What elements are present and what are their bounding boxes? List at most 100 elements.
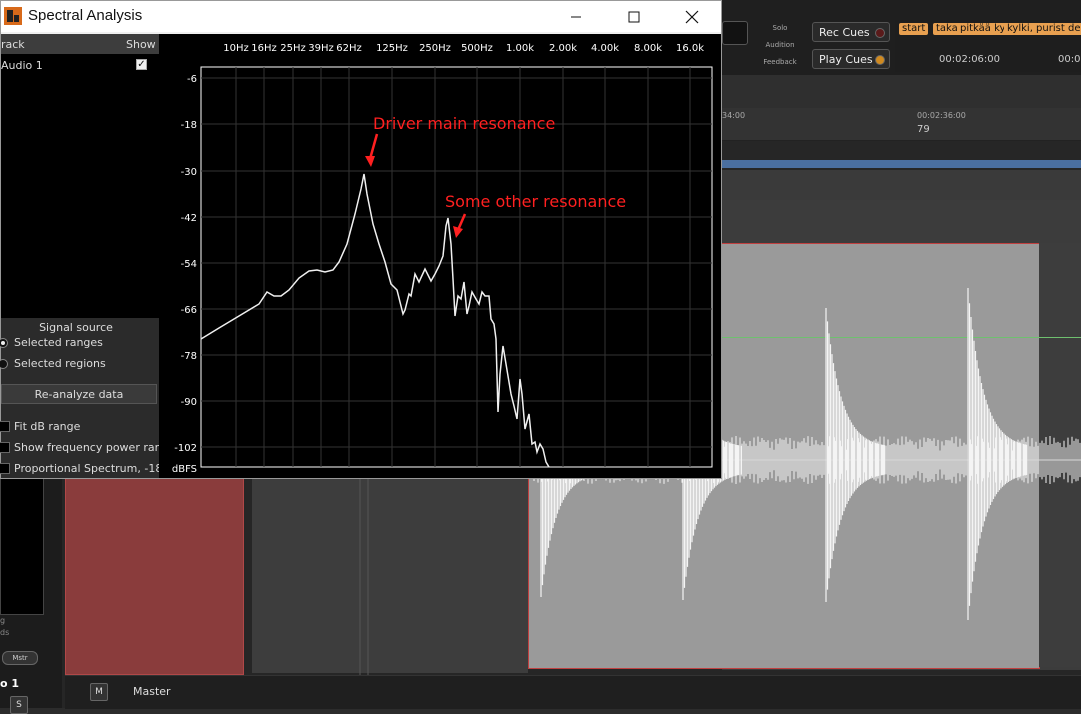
fit-db-range-label[interactable]: Fit dB range <box>14 420 80 433</box>
strip-label-2: ds <box>0 628 10 637</box>
spectrum-svg: 10Hz 16Hz 25Hz 39Hz 62Hz 125Hz 250Hz 500… <box>172 43 713 475</box>
show-frequency-power-range-label[interactable]: Show frequency power range <box>14 441 175 454</box>
db-axis-labels: -6 -18 -30 -42 -54 -66 -78 -90 -102 dBFS <box>172 74 197 475</box>
ardour-app-icon <box>4 7 22 25</box>
mini-time-1: 00:02:06:00 <box>939 54 1001 65</box>
freq-label: 500Hz <box>461 43 493 54</box>
track-show-checkbox[interactable]: ✓ <box>136 59 147 70</box>
db-label: -66 <box>181 305 197 316</box>
play-cues-label: Play Cues <box>819 53 873 66</box>
spectrum-graph[interactable]: 10Hz 16Hz 25Hz 39Hz 62Hz 125Hz 250Hz 500… <box>159 34 721 478</box>
strip-label: g <box>0 616 6 625</box>
fit-db-range-checkbox[interactable] <box>0 421 10 432</box>
freq-label: 39Hz <box>308 43 334 54</box>
track-row-name: Audio 1 <box>1 59 43 72</box>
solo-button[interactable]: S <box>10 696 28 714</box>
annotation-arrowhead-icon <box>365 156 375 167</box>
annotation-other-resonance: Some other resonance <box>445 192 626 238</box>
db-unit-label: dBFS <box>172 464 197 475</box>
rec-cues-led-icon <box>875 28 885 38</box>
track-list-header: rack Show <box>1 34 159 54</box>
meter-area <box>0 478 44 615</box>
toolbar-display <box>722 21 748 45</box>
editor-mixer-strip: g ds Mstr o 1 S <box>0 478 62 714</box>
master-send-button[interactable]: Mstr <box>2 651 38 665</box>
close-button[interactable] <box>669 1 715 32</box>
solo-label[interactable]: Solo <box>755 24 805 32</box>
selected-ranges-radio[interactable] <box>0 338 8 348</box>
annotation-driver-resonance: Driver main resonance <box>365 114 555 167</box>
master-mute-button[interactable]: M <box>90 683 108 701</box>
track-row[interactable]: Audio 1 ✓ <box>1 58 159 74</box>
freq-label: 8.00k <box>634 43 662 54</box>
track-name: o 1 <box>0 677 20 690</box>
proportional-spectrum-checkbox[interactable] <box>0 463 10 474</box>
mini-time-2: 00:02: <box>1058 54 1081 65</box>
db-label: -54 <box>181 259 197 270</box>
play-cues-led-icon <box>875 55 885 65</box>
annotation-text: Driver main resonance <box>373 114 555 133</box>
freq-label: 2.00k <box>549 43 577 54</box>
window-title: Spectral Analysis <box>28 7 143 24</box>
spectrum-curve <box>200 173 550 468</box>
audio-region-selected[interactable] <box>65 478 244 675</box>
db-label: -90 <box>181 397 197 408</box>
freq-label: 25Hz <box>280 43 306 54</box>
db-grid <box>201 77 712 448</box>
feedback-label[interactable]: Feedback <box>755 58 805 66</box>
range-bar[interactable] <box>722 160 1081 168</box>
selected-regions-label[interactable]: Selected regions <box>14 357 106 370</box>
show-frequency-power-range-checkbox[interactable] <box>0 442 10 453</box>
master-track-name: Master <box>133 685 171 698</box>
marker-lane <box>722 170 1081 200</box>
freq-label: 250Hz <box>419 43 451 54</box>
db-label: -6 <box>187 74 197 85</box>
db-label: -30 <box>181 167 197 178</box>
reanalyze-data-button[interactable]: Re-analyze data <box>1 384 157 404</box>
minimize-button[interactable] <box>553 1 599 32</box>
freq-label: 62Hz <box>336 43 362 54</box>
db-label: -78 <box>181 351 197 362</box>
play-cues-button[interactable]: Play Cues <box>812 49 890 69</box>
track-list-panel: rack Show Audio 1 ✓ Signal source Select… <box>0 34 177 478</box>
db-label: -102 <box>174 443 197 454</box>
marker-de[interactable]: de <box>1065 23 1081 35</box>
frequency-axis-labels: 10Hz 16Hz 25Hz 39Hz 62Hz 125Hz 250Hz 500… <box>223 43 704 54</box>
freq-label: 1.00k <box>506 43 534 54</box>
ruler-bar-number: 79 <box>917 124 930 135</box>
window-titlebar[interactable]: Spectral Analysis <box>1 1 721 32</box>
close-icon <box>685 10 699 23</box>
selected-ranges-label[interactable]: Selected ranges <box>14 336 103 349</box>
daw-toolbar-lower <box>722 75 1081 108</box>
db-label: -42 <box>181 213 197 224</box>
maximize-button[interactable] <box>611 1 657 32</box>
annotation-text: Some other resonance <box>445 192 626 211</box>
rec-cues-label: Rec Cues <box>819 26 870 39</box>
audition-label[interactable]: Audition <box>755 41 805 49</box>
mini-timeline[interactable]: start taka pitkää kyl kylki, puristin de… <box>895 20 1081 72</box>
show-column-header[interactable]: Show <box>126 38 156 51</box>
freq-label: 10Hz <box>223 43 249 54</box>
track-column-header[interactable]: rack <box>1 38 25 51</box>
rec-cues-button[interactable]: Rec Cues <box>812 22 890 42</box>
spectral-analysis-window: Spectral Analysis rack Show Audio 1 ✓ Si… <box>0 0 722 479</box>
signal-source-panel: Signal source Selected ranges Selected r… <box>0 318 177 478</box>
maximize-icon <box>628 11 640 22</box>
freq-label: 16.0k <box>676 43 704 54</box>
freq-label: 125Hz <box>376 43 408 54</box>
freq-label: 4.00k <box>591 43 619 54</box>
selected-regions-radio[interactable] <box>0 359 8 369</box>
annotation-arrowhead-icon <box>453 226 463 238</box>
master-track-header: M Master <box>65 675 1081 709</box>
annotation-arrow-icon <box>368 133 379 160</box>
proportional-spectrum-label[interactable]: Proportional Spectrum, -18dB <box>14 462 177 475</box>
signal-source-title: Signal source <box>39 321 113 334</box>
ruler-time-left: 34:00 <box>722 111 746 120</box>
minimize-icon <box>571 16 581 17</box>
ruler-time: 00:02:36:00 <box>917 111 966 120</box>
annotation-arrow-icon <box>456 213 467 231</box>
freq-label: 16Hz <box>251 43 277 54</box>
db-label: -18 <box>181 120 197 131</box>
marker-start[interactable]: start <box>899 23 929 35</box>
timeline-ruler[interactable]: 34:00 00:02:36:00 79 <box>722 108 1081 141</box>
